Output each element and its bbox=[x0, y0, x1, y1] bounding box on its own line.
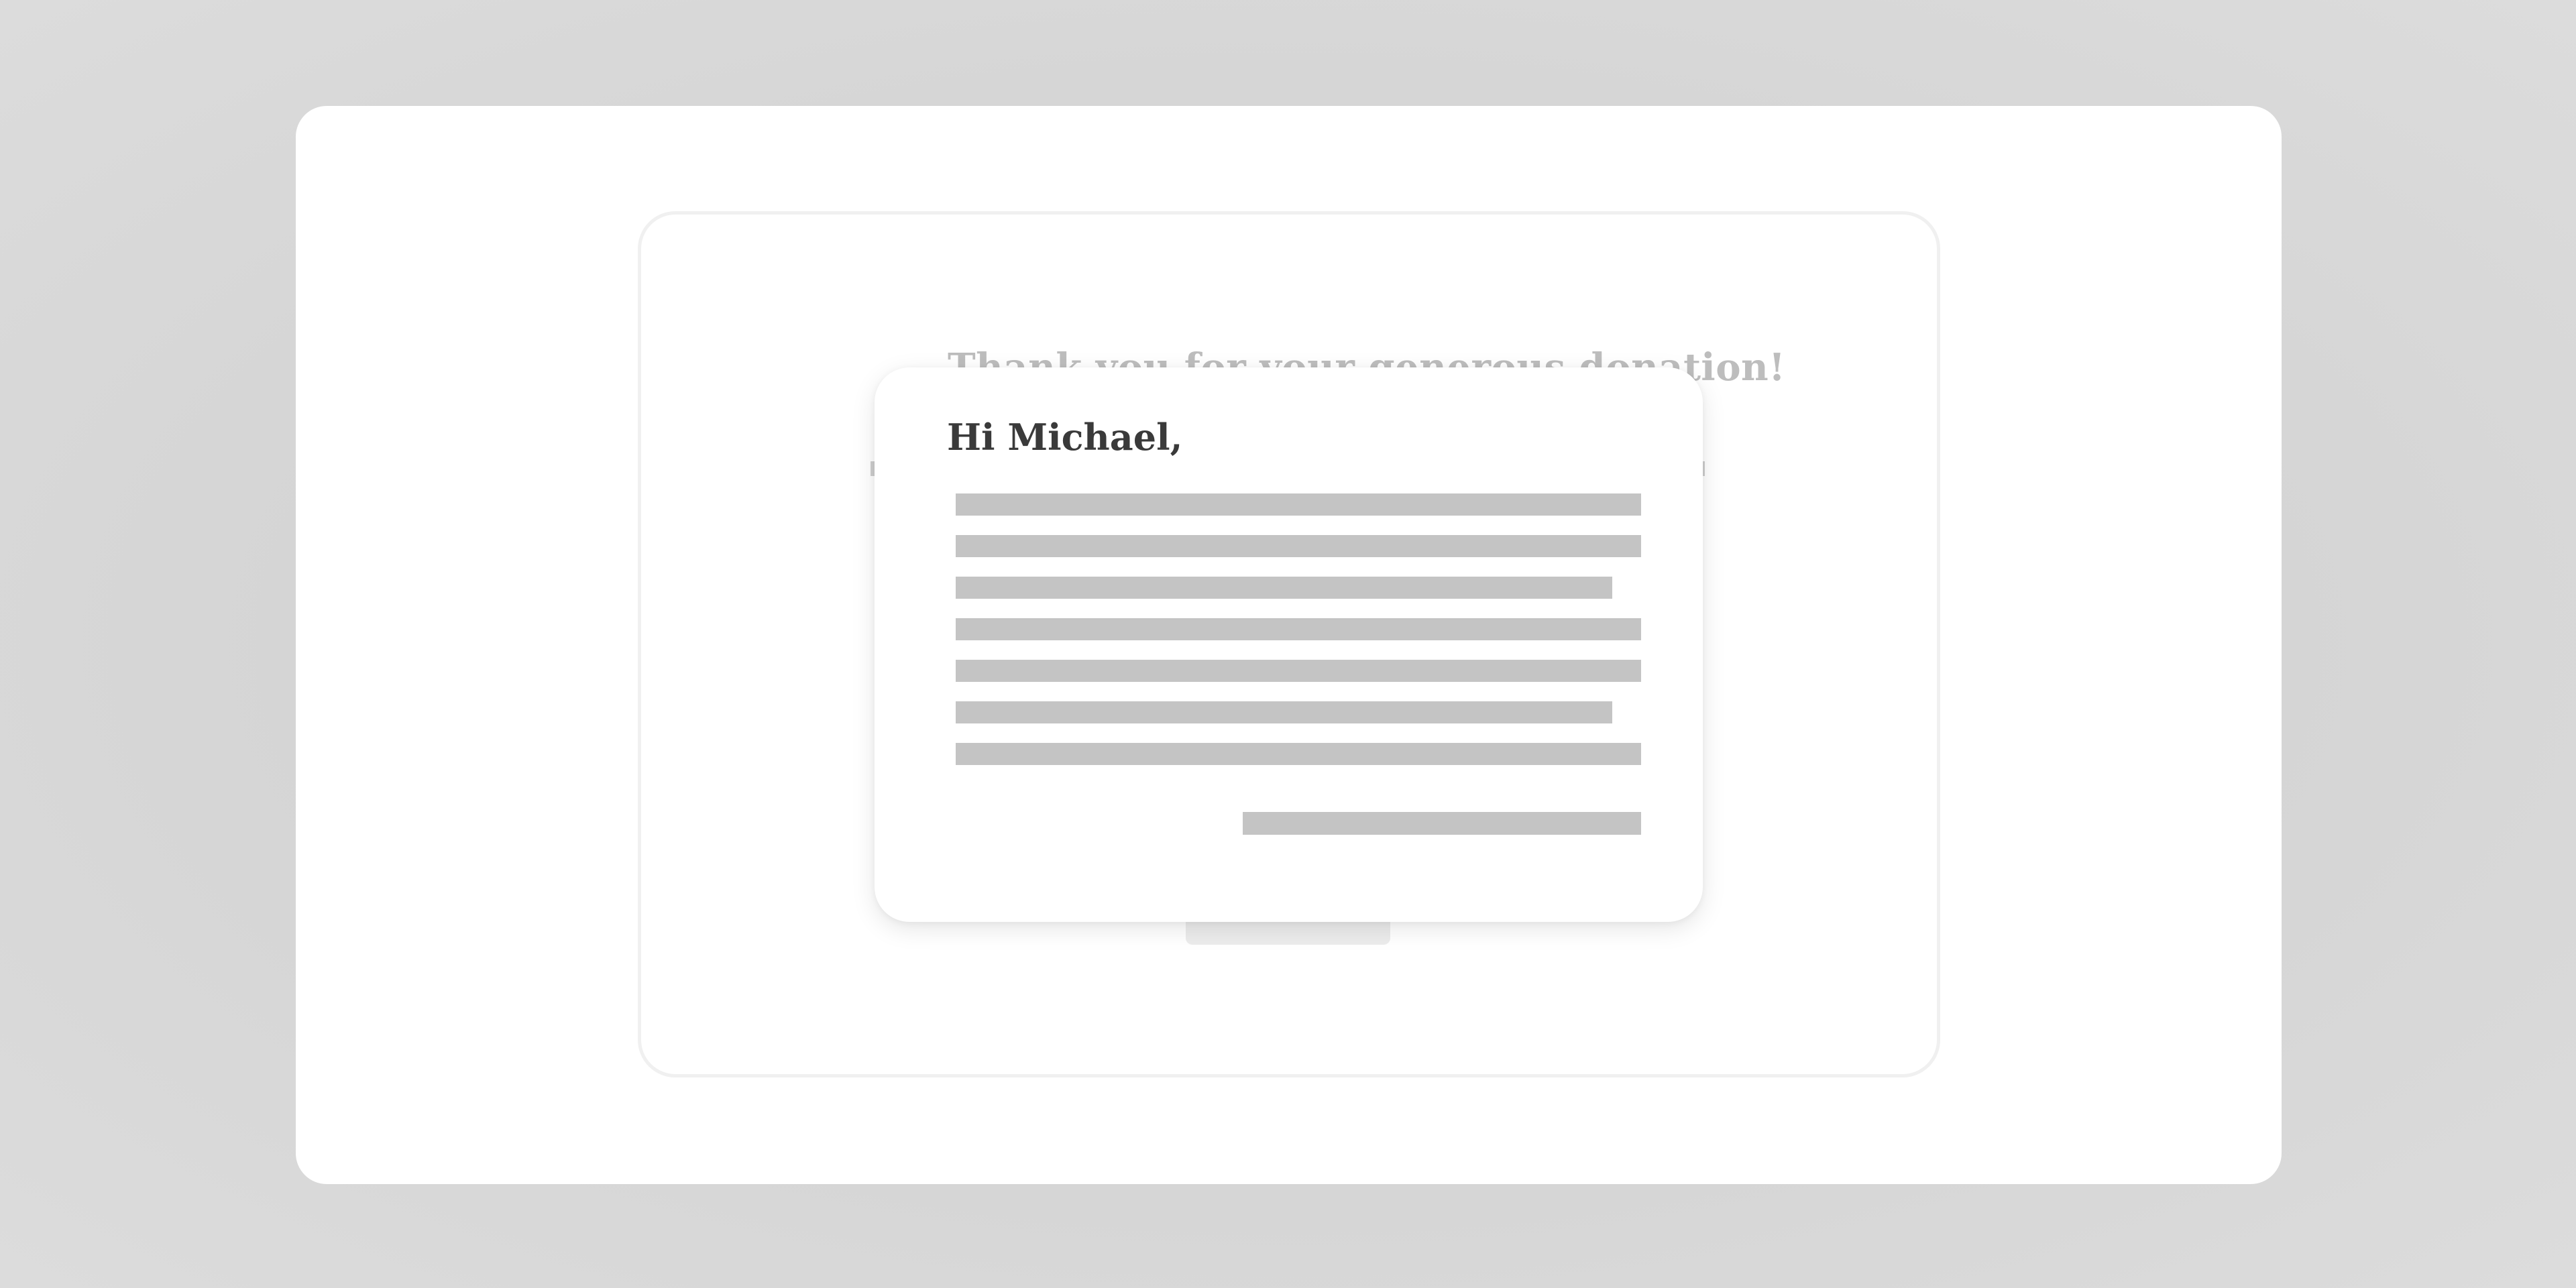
text-placeholder-line bbox=[956, 743, 1641, 765]
text-placeholder-line bbox=[956, 493, 1641, 516]
letter-body bbox=[956, 493, 1641, 784]
text-placeholder-line bbox=[956, 660, 1641, 682]
text-placeholder-line bbox=[956, 701, 1612, 723]
letter-card: Hi Michael, bbox=[875, 367, 1703, 922]
text-placeholder-line bbox=[956, 577, 1612, 599]
letter-greeting: Hi Michael, bbox=[947, 416, 1183, 459]
signature-placeholder-line bbox=[1243, 812, 1641, 835]
text-placeholder-line bbox=[956, 535, 1641, 557]
text-placeholder-line bbox=[956, 618, 1641, 640]
